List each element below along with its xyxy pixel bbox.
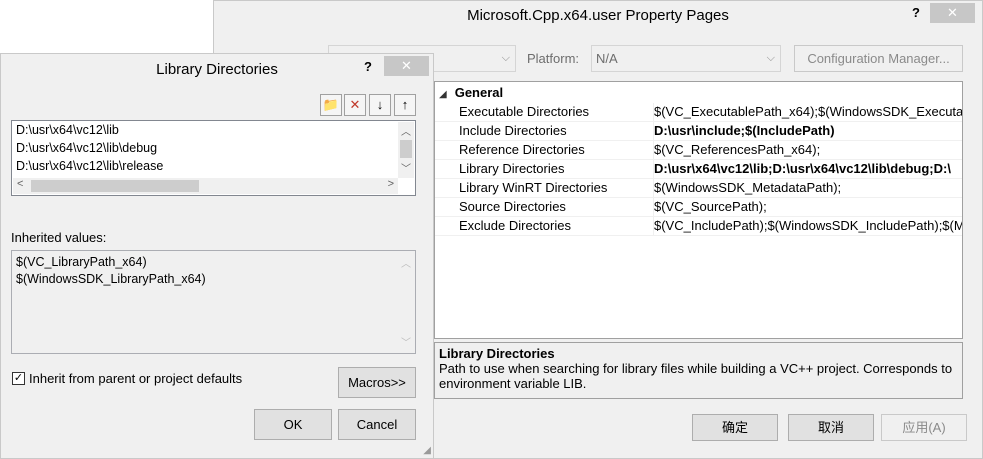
property-name: Source Directories	[459, 199, 566, 214]
scroll-thumb[interactable]	[400, 140, 412, 158]
list-item[interactable]: D:\usr\x64\vc12\lib\release	[16, 159, 163, 173]
ok-button[interactable]: OK	[254, 409, 332, 440]
resize-grip-icon[interactable]: ◢	[423, 445, 431, 456]
inherited-values-label: Inherited values:	[11, 230, 107, 245]
property-row[interactable]: Exclude Directories $(VC_IncludePath);$(…	[435, 217, 962, 236]
close-button[interactable]: ✕	[384, 56, 429, 76]
scroll-thumb[interactable]	[31, 180, 199, 192]
property-row[interactable]: Include Directories D:\usr\include;$(Inc…	[435, 122, 962, 141]
category-label: General	[454, 85, 504, 100]
property-grid: ◢ General Executable Directories $(VC_Exe…	[434, 81, 963, 339]
inherited-value: $(VC_LibraryPath_x64)	[16, 255, 147, 269]
cancel-button[interactable]: Cancel	[338, 409, 416, 440]
property-value: $(WindowsSDK_MetadataPath);	[653, 179, 962, 197]
chevron-down-icon: ⌵	[501, 52, 510, 64]
property-row[interactable]: Reference Directories $(VC_ReferencesPat…	[435, 141, 962, 160]
apply-button[interactable]: 应用(A)	[881, 414, 967, 441]
new-line-icon[interactable]: 📁	[320, 94, 342, 116]
property-description-panel: Library Directories Path to use when sea…	[434, 342, 963, 399]
property-name: Library Directories	[459, 161, 565, 176]
title-bar: Microsoft.Cpp.x64.user Property Pages ? …	[214, 1, 982, 33]
property-name: Library WinRT Directories	[459, 180, 608, 195]
ok-button[interactable]: 确定	[692, 414, 778, 441]
scroll-right-icon[interactable]: >	[388, 178, 394, 190]
property-value: $(VC_SourcePath);	[653, 198, 962, 216]
chevron-down-icon: ⌵	[766, 52, 775, 64]
help-button[interactable]: ?	[364, 59, 372, 74]
inherited-values-box: $(VC_LibraryPath_x64) $(WindowsSDK_Libra…	[11, 250, 416, 354]
property-name: Include Directories	[459, 123, 567, 138]
inherit-checkbox[interactable]: ✓	[12, 372, 25, 385]
macros-button[interactable]: Macros>>	[338, 367, 416, 398]
description-title: Library Directories	[439, 346, 555, 361]
scroll-down-icon: ﹀	[401, 338, 411, 349]
description-text: Path to use when searching for library f…	[439, 361, 953, 391]
library-directories-dialog: Library Directories ? ✕ 📁 ✕ ↓ ↑ D:\usr\x…	[0, 53, 434, 459]
close-button[interactable]: ✕	[930, 3, 975, 23]
property-row[interactable]: Source Directories $(VC_SourcePath);	[435, 198, 962, 217]
directory-list[interactable]: D:\usr\x64\vc12\lib D:\usr\x64\vc12\lib\…	[11, 120, 416, 196]
scroll-down-icon[interactable]: ﹀	[398, 160, 414, 175]
configuration-manager-button[interactable]: Configuration Manager...	[794, 45, 963, 72]
property-name: Executable Directories	[459, 104, 590, 119]
property-value: $(VC_IncludePath);$(WindowsSDK_IncludePa…	[653, 217, 962, 235]
move-down-icon[interactable]: ↓	[369, 94, 391, 116]
platform-label: Platform:	[527, 51, 580, 66]
property-row[interactable]: Executable Directories $(VC_ExecutablePa…	[435, 103, 962, 122]
inherited-value: $(WindowsSDK_LibraryPath_x64)	[16, 272, 206, 286]
horizontal-scrollbar[interactable]: < >	[13, 178, 398, 194]
category-header[interactable]: ◢ General	[439, 85, 503, 103]
delete-icon[interactable]: ✕	[344, 94, 366, 116]
property-row[interactable]: Library WinRT Directories $(WindowsSDK_M…	[435, 179, 962, 198]
cancel-button[interactable]: 取消	[788, 414, 874, 441]
list-item[interactable]: D:\usr\x64\vc12\lib\debug	[16, 141, 157, 155]
property-name: Exclude Directories	[459, 218, 571, 233]
vertical-scrollbar: ︿ ﹀	[398, 252, 414, 352]
property-row-selected[interactable]: Library Directories D:\usr\x64\vc12\lib;…	[435, 160, 962, 179]
help-button[interactable]: ?	[912, 5, 920, 20]
list-item[interactable]: D:\usr\x64\vc12\lib	[16, 123, 119, 137]
window-title: Microsoft.Cpp.x64.user Property Pages	[467, 7, 729, 24]
scroll-up-icon[interactable]: ︿	[398, 123, 414, 138]
platform-value: N/A	[596, 51, 618, 66]
property-value: D:\usr\include;$(IncludePath)	[653, 122, 962, 140]
vertical-scrollbar[interactable]: ︿ ﹀	[398, 122, 414, 178]
property-value: D:\usr\x64\vc12\lib;D:\usr\x64\vc12\lib\…	[653, 160, 962, 178]
platform-combo: N/A ⌵	[591, 45, 781, 72]
property-value: $(VC_ReferencesPath_x64);	[653, 141, 962, 159]
move-up-icon[interactable]: ↑	[394, 94, 416, 116]
property-value: $(VC_ExecutablePath_x64);$(WindowsSDK_Ex…	[653, 103, 962, 121]
scroll-up-icon: ︿	[401, 259, 411, 270]
collapse-triangle-icon[interactable]: ◢	[439, 89, 447, 100]
scroll-left-icon[interactable]: <	[17, 178, 23, 190]
inherit-checkbox-label: Inherit from parent or project defaults	[29, 371, 243, 386]
property-name: Reference Directories	[459, 142, 585, 157]
